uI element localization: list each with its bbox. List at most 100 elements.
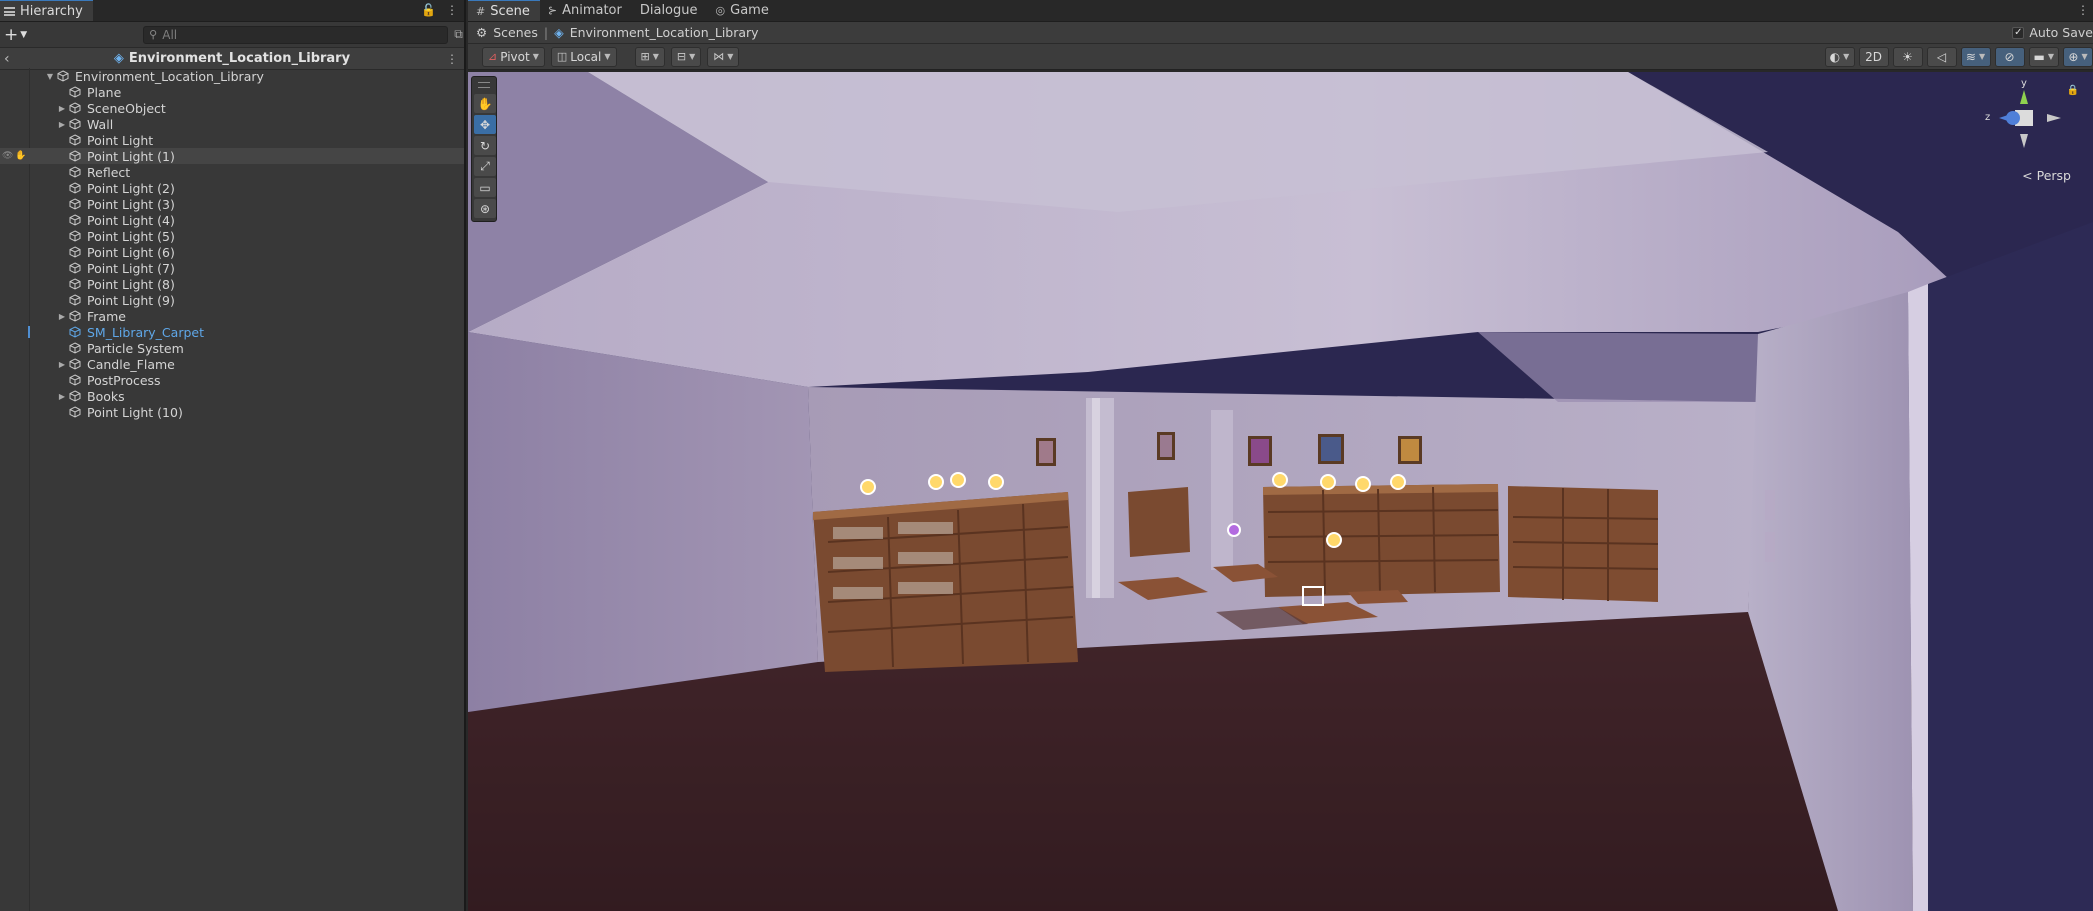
hierarchy-tab[interactable]: Hierarchy	[0, 0, 93, 21]
tree-item-label: Point Light (1)	[87, 148, 175, 164]
tree-item[interactable]: Point Light (3)	[0, 196, 464, 212]
grid-visibility-dropdown[interactable]: ⊟ ▼	[670, 46, 702, 67]
expand-arrow-icon[interactable]: ▶	[56, 360, 68, 369]
tab-dialogue[interactable]: Dialogue	[632, 0, 708, 21]
create-dropdown-button[interactable]: + ▼	[4, 25, 27, 45]
tree-item[interactable]: 👁✋ Point Light (1)	[0, 148, 464, 164]
checkbox-checked-icon[interactable]: ✓	[2012, 26, 2025, 39]
tree-item[interactable]: Point Light (2)	[0, 180, 464, 196]
scene-menu-icon[interactable]: ⋮	[446, 52, 458, 66]
orientation-gizmo[interactable]: y z 🔒	[1979, 78, 2079, 160]
shading-mode-dropdown[interactable]: ◐ ▼	[1824, 46, 1855, 67]
rect-tool-icon[interactable]: ▭	[474, 178, 496, 197]
rotate-tool-icon[interactable]: ↻	[474, 136, 496, 155]
expand-arrow-icon[interactable]: ▼	[44, 72, 56, 81]
tree-item[interactable]: Plane	[0, 84, 464, 100]
tree-item[interactable]: ▶ Candle_Flame	[0, 356, 464, 372]
local-dropdown[interactable]: ◫ Local ▼	[550, 46, 617, 67]
gameobject-cube-icon	[68, 150, 81, 162]
gizmo-z-label: z	[1985, 112, 1991, 123]
chevron-left-icon: <	[2022, 168, 2033, 183]
transform-tool-icon[interactable]: ⊛	[474, 199, 496, 218]
tree-item[interactable]: SM_Library_Carpet	[0, 324, 464, 340]
scene-visibility-icon[interactable]: ⧉	[454, 27, 463, 42]
tab-scene[interactable]: # Scene	[468, 0, 540, 21]
tree-item[interactable]: Point Light (9)	[0, 292, 464, 308]
gameobject-cube-icon	[68, 102, 81, 114]
move-tool-icon[interactable]: ✥	[474, 115, 496, 134]
scale-tool-icon[interactable]: ⤢	[474, 157, 496, 176]
effects-dropdown[interactable]: ≋ ▼	[1960, 46, 1991, 67]
expand-arrow-icon[interactable]: ▶	[56, 120, 68, 129]
search-icon: ⚲	[149, 28, 158, 41]
grid-snap-dropdown[interactable]: ⊞ ▼	[634, 46, 665, 67]
hidden-objects-toggle[interactable]: ⊘	[1994, 46, 2025, 67]
gameobject-cube-icon	[68, 214, 81, 226]
lighting-toggle[interactable]: ☀	[1892, 46, 1923, 67]
2d-toggle[interactable]: 2D	[1858, 46, 1889, 67]
pivot-icon: ⊿	[488, 50, 498, 63]
tree-item[interactable]: Point Light (4)	[0, 212, 464, 228]
kebab-menu-icon[interactable]: ⋮	[446, 3, 458, 17]
tree-item[interactable]: Point Light	[0, 132, 464, 148]
gameobject-cube-icon	[68, 406, 81, 418]
scene-render	[468, 72, 2093, 911]
tree-item[interactable]: Point Light (7)	[0, 260, 464, 276]
tree-item[interactable]: Point Light (10)	[0, 404, 464, 420]
tree-item[interactable]: ▶ Books	[0, 388, 464, 404]
tab-animator[interactable]: ⊱ Animator	[540, 0, 632, 21]
eye-slash-icon: ⊘	[2004, 49, 2015, 64]
scene-viewport[interactable]: ✋ ✥ ↻ ⤢ ▭ ⊛ y z 🔒 < Persp	[468, 72, 2093, 911]
projection-toggle[interactable]: < Persp	[2022, 168, 2071, 183]
gameobject-cube-icon	[68, 86, 81, 98]
breadcrumb-root[interactable]: Scenes	[493, 25, 538, 40]
tree-item[interactable]: PostProcess	[0, 372, 464, 388]
pivot-dropdown[interactable]: ⊿ Pivot ▼	[482, 46, 545, 67]
tree-item-label: SM_Library_Carpet	[87, 324, 204, 340]
visibility-pick-icons[interactable]: 👁✋	[2, 151, 29, 161]
gameobject-cube-icon	[68, 278, 81, 290]
drag-handle[interactable]	[478, 82, 490, 88]
tree-item[interactable]: Point Light (8)	[0, 276, 464, 292]
kebab-menu-icon[interactable]: ⋮	[2077, 3, 2089, 17]
tree-item[interactable]: Particle System	[0, 340, 464, 356]
autosave-toggle[interactable]: ✓ Auto Save	[2012, 25, 2093, 40]
tree-item[interactable]: ▶ Wall	[0, 116, 464, 132]
increment-snap-dropdown[interactable]: ⋈ ▼	[707, 46, 740, 67]
expand-arrow-icon[interactable]: ▶	[56, 104, 68, 113]
tree-item[interactable]: ▶ Frame	[0, 308, 464, 324]
camera-icon: ▬	[2033, 49, 2045, 64]
tree-item-label: Point Light (7)	[87, 260, 175, 276]
tree-root-label: Environment_Location_Library	[75, 68, 264, 84]
scene-header[interactable]: ‹ ◈ Environment_Location_Library ⋮	[0, 48, 464, 70]
gameobject-cube-icon	[68, 374, 81, 386]
lock-icon[interactable]: 🔒	[2067, 85, 2079, 96]
axis-gizmo-icon	[1999, 90, 2061, 148]
tree-item[interactable]: Reflect	[0, 164, 464, 180]
scene-view-options: ◐ ▼ 2D ☀ ◁ ≋ ▼ ⊘ ▬ ▼ ⊕ ▼	[1824, 46, 2093, 67]
hierarchy-search[interactable]: ⚲	[143, 25, 449, 44]
expand-arrow-icon[interactable]: ▶	[56, 392, 68, 401]
animator-icon: ⊱	[547, 3, 558, 17]
tab-game[interactable]: ◎ Game	[708, 0, 779, 21]
tab-game-label: Game	[730, 2, 769, 18]
tree-item[interactable]: Point Light (5)	[0, 228, 464, 244]
back-arrow-icon[interactable]: ‹	[4, 51, 10, 67]
tree-root[interactable]: ▼ Environment_Location_Library	[0, 68, 464, 84]
gameobject-cube-icon	[68, 246, 81, 258]
camera-settings-dropdown[interactable]: ▬ ▼	[2028, 46, 2059, 67]
chevron-down-icon: ▼	[1978, 52, 1986, 61]
search-input[interactable]	[162, 27, 443, 42]
tree-item[interactable]: ▶ SceneObject	[0, 100, 464, 116]
hand-tool-icon[interactable]: ✋	[474, 94, 496, 113]
audio-toggle[interactable]: ◁	[1926, 46, 1957, 67]
tree-item[interactable]: Point Light (6)	[0, 244, 464, 260]
lock-icon[interactable]: 🔓	[421, 3, 436, 17]
local-cube-icon: ◫	[556, 50, 568, 63]
grid-icon: ⊟	[676, 50, 687, 63]
expand-arrow-icon[interactable]: ▶	[56, 312, 68, 321]
breadcrumb-current[interactable]: Environment_Location_Library	[570, 25, 759, 40]
gizmos-dropdown[interactable]: ⊕ ▼	[2063, 46, 2093, 67]
tree-item-label: PostProcess	[87, 372, 161, 388]
chevron-down-icon: ▼	[20, 29, 28, 40]
